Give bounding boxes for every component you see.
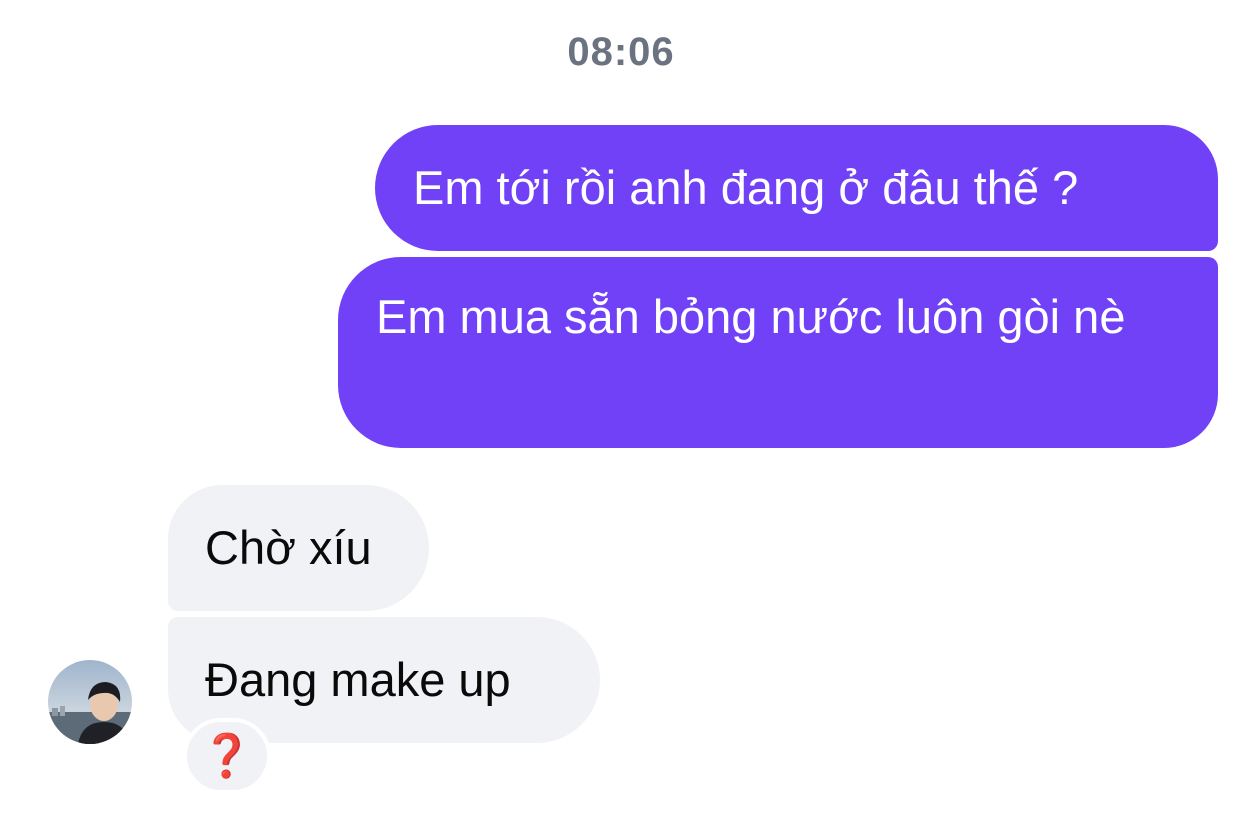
outgoing-message-bubble[interactable]: Em tới rồi anh đang ở đâu thế ? (375, 125, 1218, 251)
message-text: Chờ xíu (205, 521, 372, 574)
message-text: Đang make up (205, 653, 511, 706)
question-mark-icon: ❓ (200, 731, 254, 780)
avatar-photo-icon (48, 660, 132, 744)
outgoing-message-bubble[interactable]: Em mua sẵn bỏng nước luôn gòi nè (338, 257, 1218, 448)
incoming-message-bubble[interactable]: Chờ xíu (168, 485, 429, 611)
message-text: Em tới rồi anh đang ở đâu thế ? (413, 161, 1079, 214)
sender-avatar[interactable] (48, 660, 132, 744)
message-timestamp: 08:06 (567, 30, 675, 74)
message-reaction[interactable]: ❓ (183, 718, 271, 794)
message-text: Em mua sẵn bỏng nước luôn gòi nè (376, 290, 1126, 343)
